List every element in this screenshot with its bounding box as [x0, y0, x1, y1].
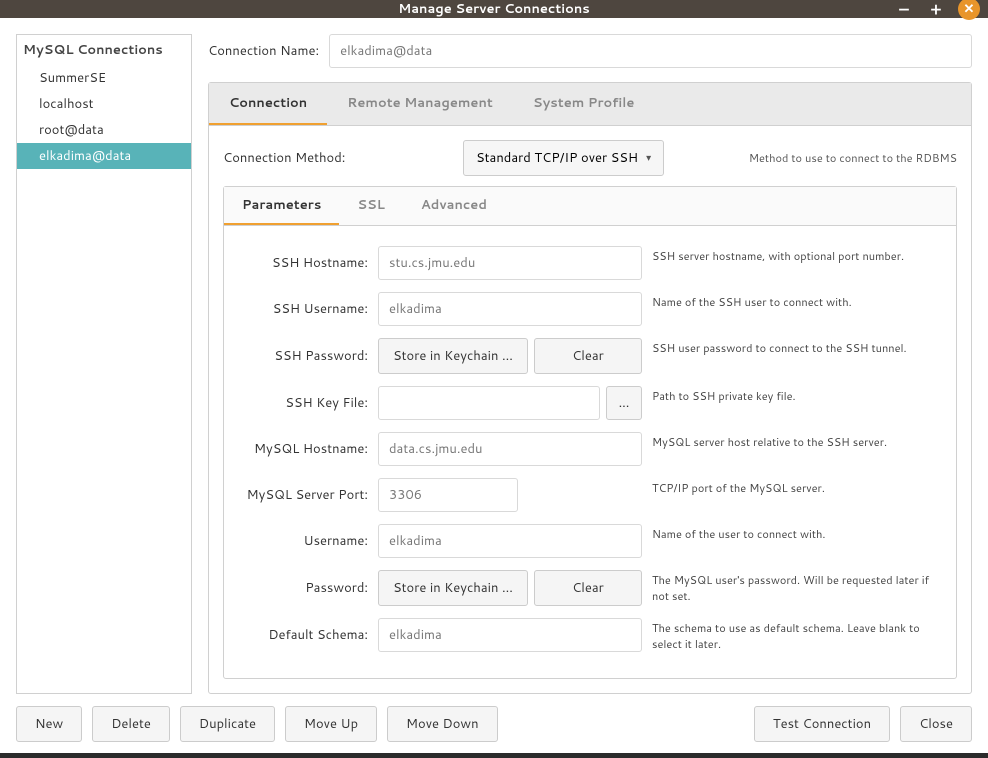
sidebar-item-localhost[interactable]: localhost — [17, 91, 191, 117]
default-schema-input[interactable] — [378, 618, 642, 652]
right-pane: Connection Name: Connection Remote Manag… — [208, 34, 972, 694]
close-icon[interactable]: ✕ — [958, 0, 980, 20]
ssh-password-clear-button[interactable]: Clear — [534, 338, 642, 374]
tab-connection[interactable]: Connection — [209, 83, 327, 125]
ssh-username-label: SSH Username: — [238, 300, 368, 318]
ssh-hostname-hint: SSH server hostname, with optional port … — [652, 246, 942, 264]
ssh-password-store-button[interactable]: Store in Keychain ... — [378, 338, 528, 374]
ssh-keyfile-input[interactable] — [378, 386, 600, 420]
ssh-password-label: SSH Password: — [238, 347, 368, 365]
password-label: Password: — [238, 579, 368, 597]
subtab-parameters[interactable]: Parameters — [224, 187, 339, 225]
password-row: Password: Store in Keychain ... Clear Th… — [238, 570, 942, 606]
connection-name-label: Connection Name: — [208, 42, 319, 60]
close-button[interactable]: Close — [900, 706, 972, 742]
maximize-icon[interactable]: + — [926, 0, 946, 19]
window: Manage Server Connections – + ✕ MySQL Co… — [0, 0, 988, 753]
password-buttons: Store in Keychain ... Clear — [378, 570, 642, 606]
password-clear-button[interactable]: Clear — [534, 570, 642, 606]
duplicate-button[interactable]: Duplicate — [180, 706, 275, 742]
password-store-button[interactable]: Store in Keychain ... — [378, 570, 528, 606]
subtab-advanced[interactable]: Advanced — [403, 187, 505, 225]
form-area: SSH Hostname: SSH server hostname, with … — [224, 226, 956, 678]
titlebar: Manage Server Connections – + ✕ — [0, 0, 988, 18]
mysql-hostname-label: MySQL Hostname: — [238, 440, 368, 458]
ssh-username-row: SSH Username: Name of the SSH user to co… — [238, 292, 942, 326]
window-controls: – + ✕ — [894, 0, 980, 20]
test-connection-button[interactable]: Test Connection — [754, 706, 890, 742]
username-input[interactable] — [378, 524, 642, 558]
move-down-button[interactable]: Move Down — [387, 706, 498, 742]
connection-name-input[interactable] — [329, 34, 972, 68]
mysql-port-label: MySQL Server Port: — [238, 486, 368, 504]
ssh-password-hint: SSH user password to connect to the SSH … — [652, 338, 942, 356]
default-schema-hint: The schema to use as default schema. Lea… — [652, 618, 942, 652]
username-row: Username: Name of the user to connect wi… — [238, 524, 942, 558]
sidebar-item-elkadima[interactable]: elkadima@data — [17, 143, 191, 169]
username-label: Username: — [238, 532, 368, 550]
ssh-hostname-input[interactable] — [378, 246, 642, 280]
ssh-keyfile-label: SSH Key File: — [238, 394, 368, 412]
ssh-hostname-row: SSH Hostname: SSH server hostname, with … — [238, 246, 942, 280]
ssh-keyfile-hint: Path to SSH private key file. — [652, 386, 942, 404]
minimize-icon[interactable]: – — [894, 0, 914, 19]
move-up-button[interactable]: Move Up — [285, 706, 377, 742]
password-hint: The MySQL user's password. Will be reque… — [652, 570, 942, 604]
mysql-hostname-hint: MySQL server host relative to the SSH se… — [652, 432, 942, 450]
ssh-username-hint: Name of the SSH user to connect with. — [652, 292, 942, 310]
ssh-username-input[interactable] — [378, 292, 642, 326]
mysql-hostname-input[interactable] — [378, 432, 642, 466]
mysql-port-hint: TCP/IP port of the MySQL server. — [652, 478, 942, 496]
parameters-box: Parameters SSL Advanced SSH Hostname: SS… — [223, 186, 957, 679]
connection-method-hint: Method to use to connect to the RDBMS — [749, 150, 957, 166]
ssh-password-row: SSH Password: Store in Keychain ... Clea… — [238, 338, 942, 374]
tab-remote-management[interactable]: Remote Management — [327, 83, 513, 125]
mysql-hostname-row: MySQL Hostname: MySQL server host relati… — [238, 432, 942, 466]
connection-method-value: Standard TCP/IP over SSH — [476, 149, 638, 167]
delete-button[interactable]: Delete — [92, 706, 170, 742]
chevron-down-icon: ▾ — [646, 151, 651, 165]
sidebar-item-root[interactable]: root@data — [17, 117, 191, 143]
window-title: Manage Server Connections — [398, 0, 590, 18]
ssh-keyfile-browse-button[interactable]: ... — [606, 386, 642, 420]
username-hint: Name of the user to connect with. — [652, 524, 942, 542]
connection-method-select[interactable]: Standard TCP/IP over SSH ▾ — [463, 140, 664, 176]
sidebar-item-summerse[interactable]: SummerSE — [17, 65, 191, 91]
footer-spacer — [508, 706, 744, 742]
connections-sidebar: MySQL Connections SummerSE localhost roo… — [16, 34, 192, 694]
tab-body: Connection Method: Standard TCP/IP over … — [209, 126, 971, 693]
ssh-password-buttons: Store in Keychain ... Clear — [378, 338, 642, 374]
ssh-keyfile-controls: ... — [378, 386, 642, 420]
mysql-port-input[interactable] — [378, 478, 518, 512]
connection-name-row: Connection Name: — [208, 34, 972, 68]
default-schema-label: Default Schema: — [238, 626, 368, 644]
main-tabs: Connection Remote Management System Prof… — [208, 82, 972, 694]
subtabs-header: Parameters SSL Advanced — [224, 187, 956, 226]
tab-system-profile[interactable]: System Profile — [513, 83, 655, 125]
footer: New Delete Duplicate Move Up Move Down T… — [16, 706, 972, 742]
ssh-hostname-label: SSH Hostname: — [238, 254, 368, 272]
body-area: MySQL Connections SummerSE localhost roo… — [0, 18, 988, 758]
main-columns: MySQL Connections SummerSE localhost roo… — [16, 34, 972, 694]
connection-method-row: Connection Method: Standard TCP/IP over … — [223, 140, 957, 176]
default-schema-row: Default Schema: The schema to use as def… — [238, 618, 942, 652]
new-button[interactable]: New — [16, 706, 82, 742]
main-tabs-header: Connection Remote Management System Prof… — [209, 83, 971, 126]
sidebar-header: MySQL Connections — [17, 35, 191, 65]
mysql-port-row: MySQL Server Port: TCP/IP port of the My… — [238, 478, 942, 512]
subtab-ssl[interactable]: SSL — [339, 187, 403, 225]
ssh-keyfile-row: SSH Key File: ... Path to SSH private ke… — [238, 386, 942, 420]
connection-method-label: Connection Method: — [223, 149, 453, 167]
